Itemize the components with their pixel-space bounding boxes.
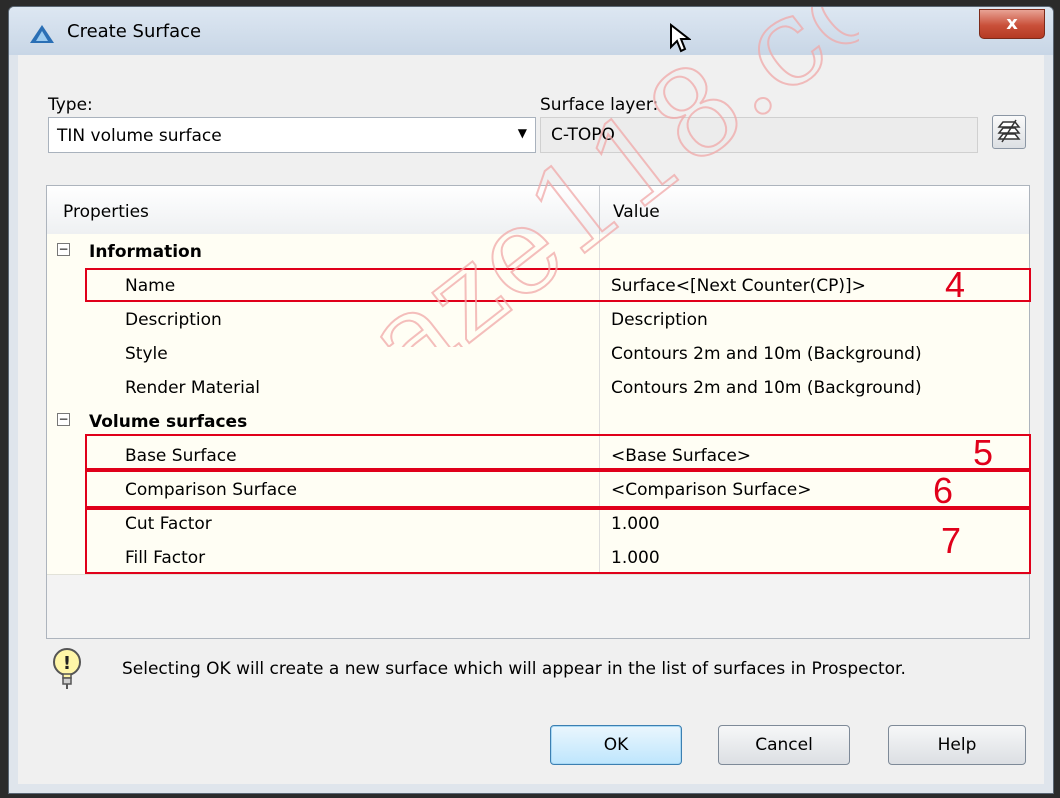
properties-grid: Properties Value − Information Name Surf… xyxy=(46,185,1031,639)
property-name: Fill Factor xyxy=(125,548,206,568)
property-value[interactable]: <Base Surface> xyxy=(611,446,751,466)
category-volume-surfaces[interactable]: − Volume surfaces xyxy=(47,404,1029,439)
value-column-header[interactable]: Value xyxy=(613,202,660,222)
property-name: Cut Factor xyxy=(125,514,212,534)
property-value[interactable]: 1.000 xyxy=(611,514,660,534)
type-dropdown[interactable]: TIN volume surface ▼ xyxy=(48,117,536,153)
property-value[interactable]: 1.000 xyxy=(611,548,660,568)
property-row-name[interactable]: Name Surface<[Next Counter(CP)]> xyxy=(47,268,1029,303)
annotation-number: 4 xyxy=(945,264,966,305)
surface-layer-field: C-TOPO xyxy=(540,117,978,153)
dialog-body: Type: TIN volume surface ▼ Surface layer… xyxy=(18,55,1044,784)
category-information[interactable]: − Information xyxy=(47,234,1029,269)
property-row-style[interactable]: Style Contours 2m and 10m (Background) xyxy=(47,336,1029,371)
property-name: Description xyxy=(125,310,222,330)
grid-header: Properties Value xyxy=(47,186,1029,235)
collapse-icon[interactable]: − xyxy=(57,413,70,426)
title-bar[interactable]: Create Surface x xyxy=(9,7,1053,55)
property-name: Style xyxy=(125,344,168,364)
surface-layer-value: C-TOPO xyxy=(551,125,615,145)
ok-button[interactable]: OK xyxy=(550,725,682,765)
property-name: Render Material xyxy=(125,378,260,398)
category-label: Volume surfaces xyxy=(89,412,248,432)
type-label: Type: xyxy=(48,95,93,115)
property-name: Name xyxy=(125,276,176,296)
collapse-icon[interactable]: − xyxy=(57,243,70,256)
column-divider[interactable] xyxy=(599,186,600,234)
property-row-cut-factor[interactable]: Cut Factor 1.000 xyxy=(47,506,1029,541)
svg-text:!: ! xyxy=(63,653,71,674)
category-label: Information xyxy=(89,242,202,262)
create-surface-dialog: Create Surface x Type: TIN volume surfac… xyxy=(8,6,1054,794)
window-title: Create Surface xyxy=(67,21,202,42)
property-value[interactable]: Description xyxy=(611,310,708,330)
surface-layer-label: Surface layer: xyxy=(540,95,659,115)
chevron-down-icon: ▼ xyxy=(517,126,527,140)
civil3d-app-icon xyxy=(30,25,54,43)
layers-icon xyxy=(997,119,1021,143)
close-icon: x xyxy=(1006,13,1018,34)
property-row-description[interactable]: Description Description xyxy=(47,302,1029,337)
property-row-render-material[interactable]: Render Material Contours 2m and 10m (Bac… xyxy=(47,370,1029,405)
annotation-number: 6 xyxy=(933,470,954,511)
annotation-number: 7 xyxy=(941,520,962,561)
property-value[interactable]: Contours 2m and 10m (Background) xyxy=(611,378,922,398)
annotation-number: 5 xyxy=(973,432,994,473)
close-button[interactable]: x xyxy=(979,9,1045,39)
help-button[interactable]: Help xyxy=(888,725,1026,765)
lightbulb-icon: ! xyxy=(53,648,81,689)
property-row-comparison-surface[interactable]: Comparison Surface <Comparison Surface> xyxy=(47,472,1029,507)
layer-select-button[interactable] xyxy=(992,115,1026,149)
properties-column-header[interactable]: Properties xyxy=(63,202,149,222)
property-row-base-surface[interactable]: Base Surface <Base Surface> xyxy=(47,438,1029,473)
type-dropdown-value: TIN volume surface xyxy=(57,126,222,146)
info-message: Selecting OK will create a new surface w… xyxy=(122,659,906,679)
property-name: Base Surface xyxy=(125,446,237,466)
property-value[interactable]: Contours 2m and 10m (Background) xyxy=(611,344,922,364)
property-row-fill-factor[interactable]: Fill Factor 1.000 xyxy=(47,540,1029,575)
property-value[interactable]: Surface<[Next Counter(CP)]> xyxy=(611,276,866,296)
property-value[interactable]: <Comparison Surface> xyxy=(611,480,811,500)
mouse-cursor-icon xyxy=(670,23,691,53)
property-name: Comparison Surface xyxy=(125,480,297,500)
cancel-button[interactable]: Cancel xyxy=(718,725,850,765)
